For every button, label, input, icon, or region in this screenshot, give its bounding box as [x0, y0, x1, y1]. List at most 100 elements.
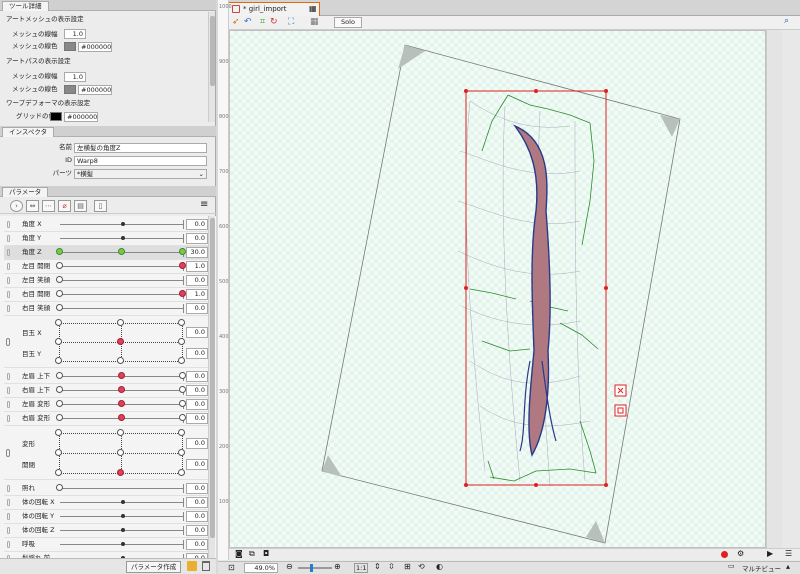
- play-circle-icon[interactable]: ›: [10, 200, 23, 212]
- parameter-2d-grid[interactable]: 変形 開閉 0.0 0.0: [4, 426, 208, 480]
- parameter-value[interactable]: 1.0: [186, 289, 208, 300]
- parameter-row[interactable]: 左眉 変形 0.0: [4, 398, 208, 412]
- name-field[interactable]: 左横髪の角度Z: [74, 143, 207, 153]
- parameter-row[interactable]: 左眉 上下 0.0: [4, 370, 208, 384]
- keyform-marker[interactable]: [118, 414, 125, 421]
- delete-keyform-icon[interactable]: ⌀: [58, 200, 71, 212]
- tab-girl-import[interactable]: * girl_import ▦: [228, 2, 320, 16]
- select-arrow-icon[interactable]: ➶: [232, 17, 240, 27]
- keyform-marker[interactable]: [55, 429, 62, 436]
- art-mesh-color-field[interactable]: #000000: [78, 42, 112, 52]
- zoom-field[interactable]: 49.0%: [244, 563, 278, 573]
- zoom-slider[interactable]: [298, 564, 332, 572]
- keyform-marker[interactable]: [55, 449, 62, 456]
- pin-icon[interactable]: [7, 387, 10, 394]
- parameter-row[interactable]: 右眉 変形 0.0: [4, 412, 208, 426]
- parameter-slider-track[interactable]: [60, 280, 184, 281]
- tab-grid-icon[interactable]: ▦: [309, 3, 317, 15]
- keyform-marker[interactable]: [178, 449, 185, 456]
- pin-icon[interactable]: [7, 485, 10, 492]
- search-icon[interactable]: ⌕: [784, 16, 789, 26]
- keyform-marker[interactable]: [55, 357, 62, 364]
- keyform-marker[interactable]: [179, 414, 186, 421]
- link-icon[interactable]: ⇔: [26, 200, 39, 212]
- art-path-color-swatch[interactable]: [64, 85, 76, 94]
- keyform-marker[interactable]: [56, 484, 63, 491]
- mesh-edit-icon[interactable]: ⌗: [260, 17, 265, 27]
- parameter-row[interactable]: 角度 Z 30.0: [4, 246, 208, 260]
- keyform-marker[interactable]: [118, 400, 125, 407]
- pin-icon[interactable]: [7, 263, 10, 270]
- keyform-marker[interactable]: [117, 449, 124, 456]
- model-canvas[interactable]: [229, 30, 766, 548]
- settings-gear-icon[interactable]: ⚙: [737, 549, 744, 558]
- parameter-value[interactable]: 0.0: [186, 525, 208, 536]
- pin-icon[interactable]: [7, 541, 10, 548]
- keyform-marker[interactable]: [179, 248, 186, 255]
- create-parameter-button[interactable]: パラメータ作成: [126, 561, 182, 573]
- parameter-value[interactable]: 0.0: [186, 511, 208, 522]
- keyform-marker[interactable]: [56, 304, 63, 311]
- parts-select[interactable]: *横髪 ⌄: [74, 169, 207, 179]
- parameter-value[interactable]: 0.0: [186, 539, 208, 550]
- camera-icon[interactable]: ◙: [235, 549, 243, 558]
- screenshot-icon[interactable]: ◘: [263, 549, 269, 558]
- keyform-marker[interactable]: [179, 372, 186, 379]
- parameter-row[interactable]: 角度 Y 0.0: [4, 232, 208, 246]
- parameter-value[interactable]: 0.0: [186, 413, 208, 424]
- expand-icon[interactable]: ▴: [786, 562, 790, 571]
- keyform-marker[interactable]: [56, 290, 63, 297]
- parameter-value[interactable]: 0.0: [186, 303, 208, 314]
- parameter-row[interactable]: 体の回転 X 0.0: [4, 496, 208, 510]
- keyform-marker[interactable]: [117, 357, 124, 364]
- canvas-action-icons[interactable]: [614, 384, 627, 417]
- grid-value-x[interactable]: 0.0: [186, 437, 208, 449]
- keyform-icon[interactable]: ⋯: [42, 200, 55, 212]
- parameter-2d-grid[interactable]: 目玉 X 目玉 Y 0.0 0.0: [4, 316, 208, 368]
- art-path-width-field[interactable]: 1.0: [64, 72, 86, 82]
- hair-strand[interactable]: [512, 124, 557, 457]
- parameter-scrollbar[interactable]: [208, 216, 215, 558]
- slider-handle[interactable]: [121, 514, 125, 518]
- keyform-marker[interactable]: [117, 338, 124, 345]
- ratio-button[interactable]: 1:1: [354, 563, 369, 573]
- keyform-marker[interactable]: [55, 338, 62, 345]
- parameter-value[interactable]: 0.0: [186, 219, 208, 230]
- pin-icon[interactable]: [7, 499, 10, 506]
- fit-height-icon[interactable]: ⇳: [388, 562, 395, 571]
- parameter-row[interactable]: 体の回転 Z 0.0: [4, 524, 208, 538]
- list-icon[interactable]: ☰: [785, 549, 792, 558]
- zoom-in-icon[interactable]: ⊕: [334, 562, 341, 571]
- keyform-marker[interactable]: [178, 319, 185, 326]
- parameter-row[interactable]: 呼吸 0.0: [4, 538, 208, 552]
- parameter-value[interactable]: 1.0: [186, 261, 208, 272]
- rotate-icon[interactable]: ↻: [270, 17, 278, 27]
- parameter-slider-track[interactable]: [60, 488, 184, 489]
- grid-color-swatch[interactable]: [50, 112, 62, 121]
- keyform-marker[interactable]: [55, 469, 62, 476]
- parameter-value[interactable]: 0.0: [186, 371, 208, 382]
- keyform-marker[interactable]: [178, 429, 185, 436]
- slider-handle[interactable]: [121, 528, 125, 532]
- slider-handle[interactable]: [121, 500, 125, 504]
- parameter-row[interactable]: 左目 開閉 1.0: [4, 260, 208, 274]
- pin-icon[interactable]: [7, 401, 10, 408]
- pin-icon[interactable]: [7, 277, 10, 284]
- slider-handle[interactable]: [121, 222, 125, 226]
- keyform-marker[interactable]: [117, 319, 124, 326]
- pin-icon[interactable]: [7, 513, 10, 520]
- keyform-marker[interactable]: [56, 262, 63, 269]
- solo-button[interactable]: Solo: [334, 17, 362, 28]
- pin-icon[interactable]: [7, 415, 10, 422]
- pin-icon[interactable]: [7, 221, 10, 228]
- parameter-value[interactable]: 0.0: [186, 233, 208, 244]
- parameter-row[interactable]: 右目 開閉 1.0: [4, 288, 208, 302]
- parameter-slider-track[interactable]: [60, 308, 184, 309]
- keyform-marker[interactable]: [117, 429, 124, 436]
- parameter-value[interactable]: 0.0: [186, 399, 208, 410]
- parameter-value[interactable]: 30.0: [186, 247, 208, 258]
- tool-detail-scrollbar[interactable]: [208, 12, 215, 122]
- keyform-marker[interactable]: [56, 276, 63, 283]
- parameter-row[interactable]: 右眉 上下 0.0: [4, 384, 208, 398]
- pin-icon[interactable]: [7, 249, 10, 256]
